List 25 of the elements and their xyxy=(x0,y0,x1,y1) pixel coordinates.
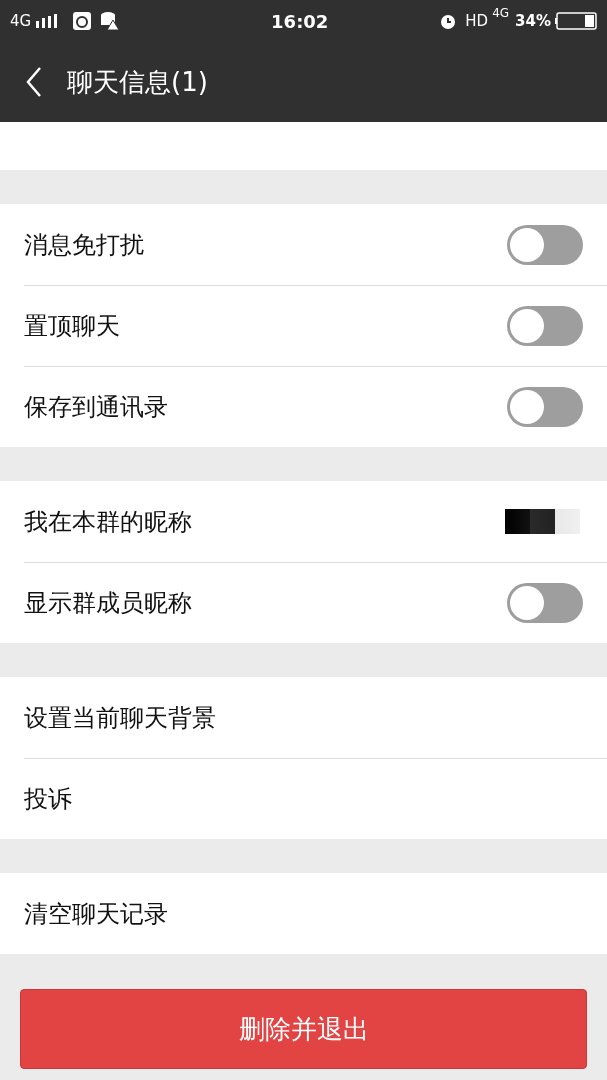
back-icon xyxy=(25,66,43,98)
toggle-switch[interactable] xyxy=(507,387,583,427)
setting-label[interactable]: 我在本群的昵称 xyxy=(24,503,192,540)
setting-label[interactable]: 投诉 xyxy=(24,781,72,817)
toggle-switch[interactable] xyxy=(507,224,583,265)
setting-label[interactable]: 清空聊天记录 xyxy=(24,895,168,932)
screen-title: 聊天信息(1) xyxy=(67,65,208,99)
toggle-switch[interactable] xyxy=(507,583,583,623)
network-label: 4G xyxy=(492,5,510,22)
setting-label[interactable]: 消息免打扰 xyxy=(24,226,144,263)
database-warning-icon xyxy=(100,11,121,31)
setting-label[interactable]: 显示群成员昵称 xyxy=(24,585,192,621)
signal-icon xyxy=(35,14,58,28)
setting-label[interactable]: 置顶聊天 xyxy=(24,308,120,344)
alarm-icon xyxy=(439,12,458,30)
setting-label[interactable]: 保存到通讯录 xyxy=(24,389,168,425)
battery-icon xyxy=(555,12,597,30)
app-icon xyxy=(72,11,93,31)
toggle-switch[interactable] xyxy=(507,306,583,346)
clock-time: 16:02 xyxy=(270,9,329,34)
delete-and-exit-button[interactable]: 删除并退出 xyxy=(20,989,587,1069)
network-label: 4G xyxy=(10,10,32,32)
setting-label[interactable]: 设置当前聊天背景 xyxy=(24,699,216,736)
battery-percent: 34% xyxy=(515,10,551,32)
hd-label: HD xyxy=(465,10,489,32)
